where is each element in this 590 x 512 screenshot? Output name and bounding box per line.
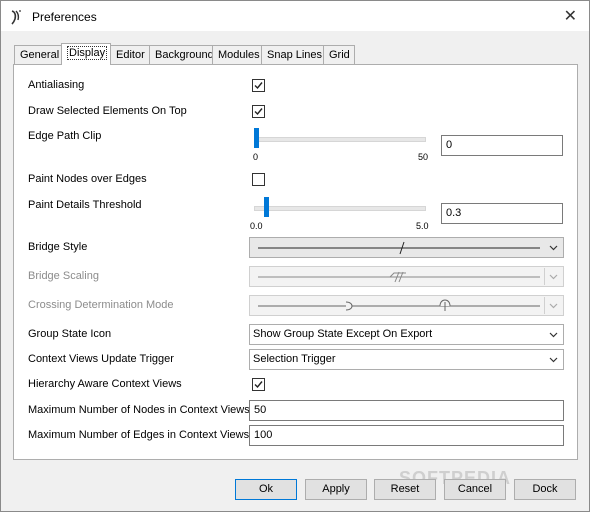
edge-path-clip-slider-thumb[interactable] (254, 128, 259, 148)
app-logo-icon (11, 10, 21, 25)
tab-general[interactable]: General (14, 45, 62, 64)
chevron-down-icon (549, 245, 558, 251)
bridge-scaling-label: Bridge Scaling (28, 270, 99, 282)
context-views-update-trigger-label: Context Views Update Trigger (28, 353, 174, 365)
antialiasing-checkbox[interactable] (252, 79, 265, 92)
bridge-style-preview-icon (258, 241, 540, 255)
draw-selected-on-top-checkbox[interactable] (252, 105, 265, 118)
crossing-determination-mode-label: Crossing Determination Mode (28, 299, 174, 311)
max-edges-context-label: Maximum Number of Edges in Context Views (28, 429, 250, 441)
chevron-down-icon (549, 357, 558, 363)
crossing-determination-mode-select[interactable] (249, 295, 564, 316)
tab-background[interactable]: Background (149, 45, 214, 64)
edge-path-clip-input[interactable]: 0 (441, 135, 563, 156)
tab-modules[interactable]: Modules (212, 45, 262, 64)
paint-nodes-over-edges-checkbox[interactable] (252, 173, 265, 186)
tab-editor[interactable]: Editor (110, 45, 150, 64)
bridge-style-select[interactable] (249, 237, 564, 258)
tab-label: Display (67, 46, 108, 60)
edge-path-clip-slider-track[interactable] (254, 137, 426, 142)
cancel-button[interactable]: Cancel (444, 479, 506, 500)
edge-path-clip-label: Edge Path Clip (28, 130, 102, 142)
chevron-down-icon (544, 297, 558, 314)
max-nodes-context-label: Maximum Number of Nodes in Context Views (28, 404, 250, 416)
hierarchy-aware-context-views-label: Hierarchy Aware Context Views (28, 378, 182, 390)
dock-button[interactable]: Dock (514, 479, 576, 500)
slider-max-label: 50 (418, 152, 429, 162)
tab-display[interactable]: Display (61, 43, 111, 65)
context-views-update-trigger-select[interactable]: Selection Trigger (249, 349, 564, 370)
max-nodes-context-input[interactable]: 50 (249, 400, 564, 421)
paint-details-threshold-slider-track[interactable] (254, 206, 426, 211)
max-edges-context-input[interactable]: 100 (249, 425, 564, 446)
tab-label: Modules (218, 49, 260, 61)
crossing-mode-preview-icon (258, 299, 540, 311)
tab-snap-lines[interactable]: Snap Lines (261, 45, 324, 64)
tab-label: Grid (329, 49, 350, 61)
close-icon[interactable]: ✕ (564, 6, 577, 26)
tab-grid[interactable]: Grid (323, 45, 355, 64)
tab-label: General (20, 49, 60, 61)
context-views-update-trigger-value: Selection Trigger (253, 353, 336, 365)
display-settings-panel: Antialiasing Draw Selected Elements On T… (13, 64, 578, 460)
apply-button[interactable]: Apply (305, 479, 367, 500)
tab-label: Snap Lines (267, 49, 323, 61)
slider-min-label: 0 (253, 152, 259, 162)
checkmark-icon (254, 82, 263, 90)
checkmark-icon (254, 108, 263, 116)
tab-label: Background (155, 49, 214, 61)
reset-button[interactable]: Reset (374, 479, 436, 500)
bridge-scaling-select[interactable] (249, 266, 564, 287)
tab-label: Editor (116, 49, 145, 61)
draw-selected-on-top-label: Draw Selected Elements On Top (28, 105, 187, 117)
checkmark-icon (254, 381, 263, 389)
hierarchy-aware-context-views-checkbox[interactable] (252, 378, 265, 391)
paint-details-threshold-label: Paint Details Threshold (28, 199, 142, 211)
window-title: Preferences (32, 10, 97, 24)
antialiasing-label: Antialiasing (28, 79, 85, 91)
bridge-scaling-preview-icon (258, 271, 540, 283)
slider-max-label: 5.0 (416, 221, 429, 231)
chevron-down-icon (549, 332, 558, 338)
title-bar: Preferences ✕ (1, 1, 589, 31)
ok-button[interactable]: Ok (235, 479, 297, 500)
slider-min-label: 0.0 (250, 221, 263, 231)
group-state-icon-value: Show Group State Except On Export (253, 328, 433, 340)
paint-details-threshold-slider-thumb[interactable] (264, 197, 269, 217)
bridge-style-label: Bridge Style (28, 241, 88, 253)
paint-details-threshold-input[interactable]: 0.3 (441, 203, 563, 224)
group-state-icon-select[interactable]: Show Group State Except On Export (249, 324, 564, 345)
group-state-icon-label: Group State Icon (28, 328, 112, 340)
paint-nodes-over-edges-label: Paint Nodes over Edges (28, 173, 147, 185)
preferences-window: Preferences ✕ General Display Editor Bac… (0, 0, 590, 512)
chevron-down-icon (544, 268, 558, 285)
